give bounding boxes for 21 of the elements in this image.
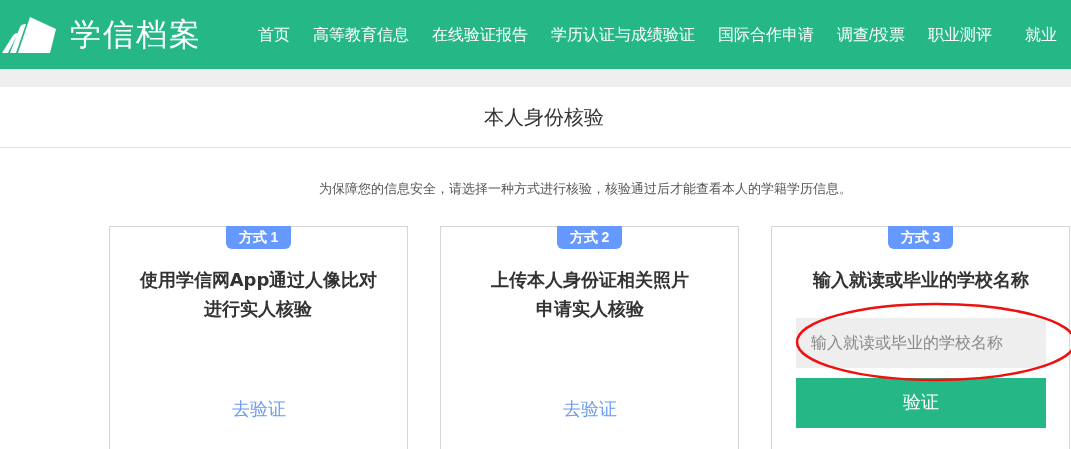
method-badge: 方式 3 — [888, 225, 953, 249]
method-badge: 方式 1 — [226, 225, 291, 249]
method-title: 上传本人身份证相关照片 申请实人核验 — [490, 267, 689, 321]
method-title: 输入就读或毕业的学校名称 — [812, 267, 1029, 292]
nav-link[interactable]: 在线验证报告 — [432, 22, 528, 47]
nav-link[interactable]: 就业 — [1025, 22, 1058, 47]
method-badge: 方式 2 — [557, 225, 622, 249]
nav-link[interactable]: 职业测评 — [928, 22, 993, 47]
nav-link[interactable]: 国际合作申请 — [718, 22, 814, 47]
method-title: 使用学信网App通过人像比对 进行实人核验 — [139, 267, 378, 321]
page-title: 本人身份核验 — [483, 105, 604, 130]
logo-text: 学信档案 — [70, 19, 202, 50]
school-name-field[interactable]: 输入就读或毕业的学校名称 — [795, 317, 1046, 368]
nav-link[interactable]: 学历认证与成绩验证 — [551, 22, 695, 47]
nav-link[interactable]: 调查/投票 — [837, 22, 906, 47]
nav-link[interactable]: 首页 — [258, 22, 290, 47]
notice-text: 为保障您的信息安全，请选择一种方式进行核验，核验通过后才能查看本人的学籍学历信息。 — [318, 180, 853, 198]
nav-link[interactable]: 高等教育信息 — [313, 22, 409, 47]
verify-button[interactable]: 验证 — [795, 377, 1046, 428]
verify-link[interactable]: 去验证 — [231, 395, 286, 423]
verify-link[interactable]: 去验证 — [562, 395, 617, 423]
